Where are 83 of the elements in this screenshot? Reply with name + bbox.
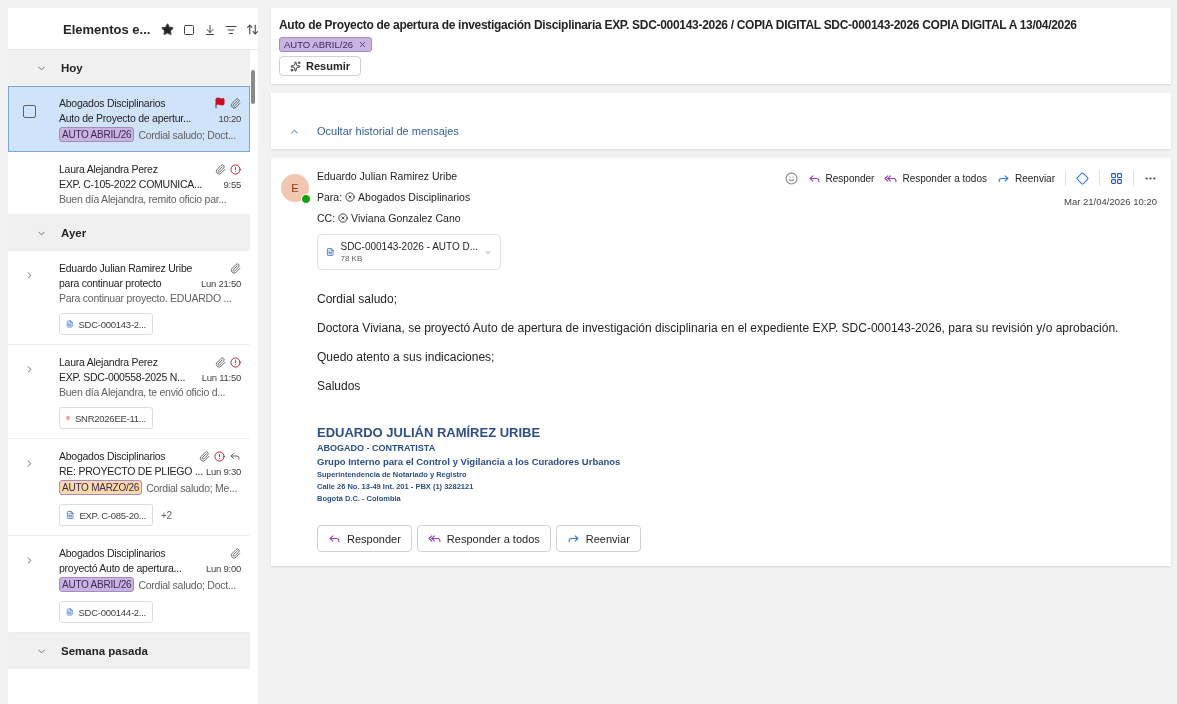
subject-text: EXP. SDC-000558-2025 N... xyxy=(59,371,187,383)
summarize-button[interactable]: Resumir xyxy=(279,56,362,76)
action-button[interactable]: Responder a todos xyxy=(884,171,987,185)
preview-text: Buen día Alejandra, remito oficio par... xyxy=(59,193,227,205)
document-file-icon xyxy=(66,318,74,330)
close-icon[interactable] xyxy=(358,40,367,49)
subject-text: para continuar protecto xyxy=(59,277,163,289)
presence-dot xyxy=(301,194,311,204)
forward-icon xyxy=(566,532,580,545)
preview-text: Cordial saludo; Doct... xyxy=(138,128,236,141)
avatar: E xyxy=(281,174,309,202)
action-button[interactable]: Reenviar xyxy=(996,171,1055,185)
response-button[interactable]: Reenviar xyxy=(555,525,641,552)
sender-name: Eduardo Julian Ramirez Uribe xyxy=(317,170,459,182)
email-subject: Auto de Proyecto de apertura de investigación Disciplinaria EXP. SDC-000143-2026 / COPIA DIGITAL SDC-000143-2026 COPIA DIGITAL A 13/04/2026 xyxy=(279,18,1077,32)
response-button[interactable]: Responder a todos xyxy=(416,525,551,552)
recipient-name[interactable]: Abogados Disciplinarios xyxy=(358,191,471,203)
filter-icon[interactable] xyxy=(225,23,238,36)
preview-text: Cordial saludo; Me... xyxy=(146,481,238,494)
response-button[interactable]: Responder xyxy=(317,525,412,552)
star-icon[interactable] xyxy=(161,23,175,36)
time-text: Lun 9:30 xyxy=(206,465,241,477)
time-text: 10:20 xyxy=(218,112,241,124)
message-item[interactable]: Abogados Disciplinarios Auto de Proyecto de apertur... 10:20 AUTO ABRIL/26 Cordial saludo; Doct... xyxy=(8,86,250,152)
body-paragraph: Doctora Viviana, se proyectó Auto de apertura de investigación disciplinaria en el expediente EXP. SDC-000143-2026, para su revisión y/o aprobación. xyxy=(317,321,1120,335)
attachment-chip[interactable]: EXP. C-085-20... xyxy=(59,504,153,526)
sender-name: Laura Alejandra Perez xyxy=(59,356,159,368)
message-date: Mar 21/04/2026 10:20 xyxy=(1064,196,1157,207)
cc-label: CC: xyxy=(317,212,336,224)
preview-text: Para continuar proyecto. EDUARDO ... xyxy=(59,292,232,304)
hide-history-link[interactable]: Ocultar historial de mensajes xyxy=(289,125,459,137)
contact-icon xyxy=(345,192,356,202)
body-paragraph: Quedo atento a sus indicaciones; xyxy=(317,350,496,364)
preview-text: Cordial saludo; Doct... xyxy=(138,578,236,591)
group-header[interactable]: Ayer xyxy=(8,215,250,251)
to-label: Para: xyxy=(317,191,343,203)
signature-line: EDUARDO JULIÁN RAMÍREZ URIBE xyxy=(317,425,542,440)
signature-line: ABOGADO - CONTRATISTA xyxy=(317,443,437,453)
diamond-icon[interactable] xyxy=(1076,171,1089,185)
sender-name: Eduardo Julian Ramirez Uribe xyxy=(59,262,194,274)
signature-line: Grupo Interno para el Control y Vigilancia a los Curadores Urbanos xyxy=(317,456,622,467)
subject-text: RE: PROYECTO DE PLIEGO ... xyxy=(59,465,202,477)
emoji-icon[interactable] xyxy=(784,171,798,185)
sender-name: Abogados Disciplinarios xyxy=(59,450,167,462)
body-paragraph: Cordial saludo; xyxy=(317,292,399,306)
folder-title: Elementos e... xyxy=(63,22,151,37)
document-file-icon xyxy=(66,606,74,618)
category-tag: AUTO ABRIL/26 xyxy=(59,127,135,142)
document-file-icon xyxy=(66,509,75,521)
body-paragraph: Saludos xyxy=(317,379,362,393)
subject-text: EXP. C-105-2022 COMUNICA... xyxy=(59,178,204,190)
time-text: Lun 11:50 xyxy=(201,371,241,383)
category-tag[interactable]: AUTO ABRIL/26 xyxy=(279,37,372,52)
attachment-chip[interactable]: SDC-000144-2... xyxy=(59,601,153,623)
sparkle-icon xyxy=(290,60,301,72)
scrollbar-thumb[interactable] xyxy=(251,70,255,104)
sender-name: Laura Alejandra Perez xyxy=(59,163,159,175)
preview-text: Buen día Alejandra, te envió oficio d... xyxy=(59,386,226,398)
time-text: Lun 9:00 xyxy=(206,562,241,574)
checkbox[interactable] xyxy=(22,105,36,118)
more-attachments-count[interactable]: +2 xyxy=(161,509,172,521)
sort-icon[interactable] xyxy=(246,23,258,36)
reply-icon xyxy=(328,532,341,545)
category-tag: AUTO MARZO/26 xyxy=(59,480,143,495)
attachment-chip[interactable]: SDC-000143-2... xyxy=(59,313,153,335)
apps-icon[interactable] xyxy=(1110,171,1123,185)
sender-name: Abogados Disciplinarios xyxy=(59,97,167,109)
sender-name: Abogados Disciplinarios xyxy=(59,547,167,559)
reply-all-icon xyxy=(427,532,441,545)
document-file-icon xyxy=(326,245,335,259)
contact-icon xyxy=(338,213,349,223)
attachment-chip[interactable]: SDC-000143-2026 - AUTO D... 78 KB xyxy=(317,234,501,270)
subject-text: Auto de Proyecto de apertur... xyxy=(59,112,192,124)
time-text: Lun 21:50 xyxy=(201,277,241,289)
subject-text: proyectó Auto de apertura... xyxy=(59,562,183,574)
category-tag: AUTO ABRIL/26 xyxy=(59,577,135,592)
attachment-chip[interactable]: SNR2026EE-11... xyxy=(59,407,153,429)
group-header[interactable]: Semana pasada xyxy=(8,633,250,669)
recipient-name[interactable]: Viviana Gonzalez Cano xyxy=(351,212,461,224)
time-text: 9:55 xyxy=(223,178,241,190)
square-icon[interactable] xyxy=(183,23,196,36)
action-button[interactable]: Responder xyxy=(807,171,875,185)
group-header[interactable]: Hoy xyxy=(8,50,250,86)
